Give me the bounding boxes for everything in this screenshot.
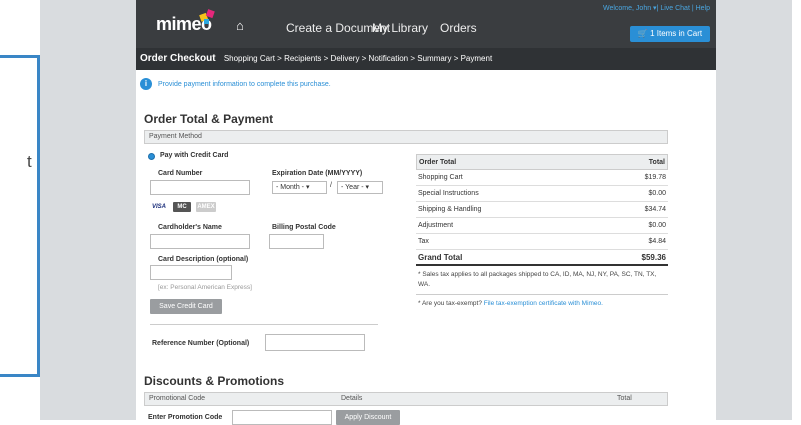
pay-credit-card-label: Pay with Credit Card <box>160 152 229 159</box>
cart-label: 1 Items in Cart <box>650 29 703 38</box>
reference-number-label: Reference Number (Optional) <box>152 340 250 347</box>
breadcrumb: Order Checkout Shopping Cart > Recipient… <box>136 48 716 70</box>
sales-tax-note: * Sales tax applies to all packages ship… <box>418 271 657 288</box>
col-total: Total <box>617 395 632 402</box>
credit-card-radio[interactable] <box>148 153 155 160</box>
card-number-label: Card Number <box>158 170 203 177</box>
info-icon: i <box>140 78 152 90</box>
order-total-header: Order Total Total <box>416 154 668 170</box>
total-row-shopping-cart: Shopping Cart $19.78 <box>416 170 668 186</box>
month-select[interactable]: - Month - ▾ <box>272 181 327 194</box>
total-row-adjustment: Adjustment $0.00 <box>416 218 668 234</box>
cardholder-label: Cardholder's Name <box>158 224 222 231</box>
card-description-label: Card Description (optional) <box>158 256 249 263</box>
discounts-table-header: Promotional Code Details Total <box>144 392 668 406</box>
divider <box>150 324 378 325</box>
payment-method-header: Payment Method <box>144 130 668 144</box>
amex-icon: AMEX <box>196 202 216 212</box>
top-nav-bar: mimeo ⌂ Create a Document My Library Ord… <box>136 0 716 48</box>
card-number-input[interactable] <box>150 180 250 195</box>
total-row-tax: Tax $4.84 <box>416 234 668 250</box>
outer-partial-text: t <box>27 152 32 171</box>
home-icon[interactable]: ⌂ <box>236 18 244 33</box>
logo-mark-icon <box>199 9 215 24</box>
breadcrumb-steps[interactable]: Shopping Cart > Recipients > Delivery > … <box>224 54 492 63</box>
postal-code-label: Billing Postal Code <box>272 224 336 231</box>
promo-code-input[interactable] <box>232 410 332 425</box>
order-total-table: Order Total Total Shopping Cart $19.78 Spe… <box>416 154 668 313</box>
save-credit-card-button[interactable]: Save Credit Card <box>150 299 222 314</box>
col-details: Details <box>341 395 363 402</box>
total-row-shipping: Shipping & Handling $34.74 <box>416 202 668 218</box>
app-background: mimeo ⌂ Create a Document My Library Ord… <box>40 0 792 425</box>
tax-exempt-note: * Are you tax-exempt? File tax-exemption… <box>418 300 603 307</box>
page-title: Order Checkout <box>140 53 216 64</box>
apply-discount-button[interactable]: Apply Discount <box>336 410 400 425</box>
mastercard-icon: MC <box>173 202 191 212</box>
tax-exemption-link[interactable]: File tax-exemption certificate with Mime… <box>484 300 603 307</box>
info-message: i Provide payment information to complete… <box>140 78 331 90</box>
description-hint: [ex: Personal American Express] <box>158 284 252 291</box>
cardholder-input[interactable] <box>150 234 250 249</box>
date-separator: / <box>330 182 332 189</box>
postal-code-input[interactable] <box>269 234 324 249</box>
grand-total-row: Grand Total $59.36 <box>416 250 668 266</box>
nav-my-library[interactable]: My Library <box>372 21 428 35</box>
total-row-special-instructions: Special Instructions $0.00 <box>416 186 668 202</box>
welcome-links[interactable]: Welcome, John ▾| Live Chat | Help <box>603 4 710 12</box>
note-divider <box>416 294 668 295</box>
expiration-label: Expiration Date (MM/YYYY) <box>272 170 363 177</box>
card-description-input[interactable] <box>150 265 232 280</box>
cart-button[interactable]: 🛒 1 Items in Cart <box>630 26 710 42</box>
nav-orders[interactable]: Orders <box>440 21 477 35</box>
visa-icon: VISA <box>151 204 166 210</box>
col-promo-code: Promotional Code <box>149 395 206 402</box>
cart-icon: 🛒 <box>637 29 651 38</box>
checkout-page: i Provide payment information to complete… <box>136 70 716 425</box>
outer-frame <box>0 55 40 377</box>
year-select[interactable]: - Year - ▾ <box>337 181 383 194</box>
reference-number-input[interactable] <box>265 334 365 351</box>
payment-heading: Order Total & Payment <box>144 112 274 126</box>
discounts-heading: Discounts & Promotions <box>144 374 285 388</box>
